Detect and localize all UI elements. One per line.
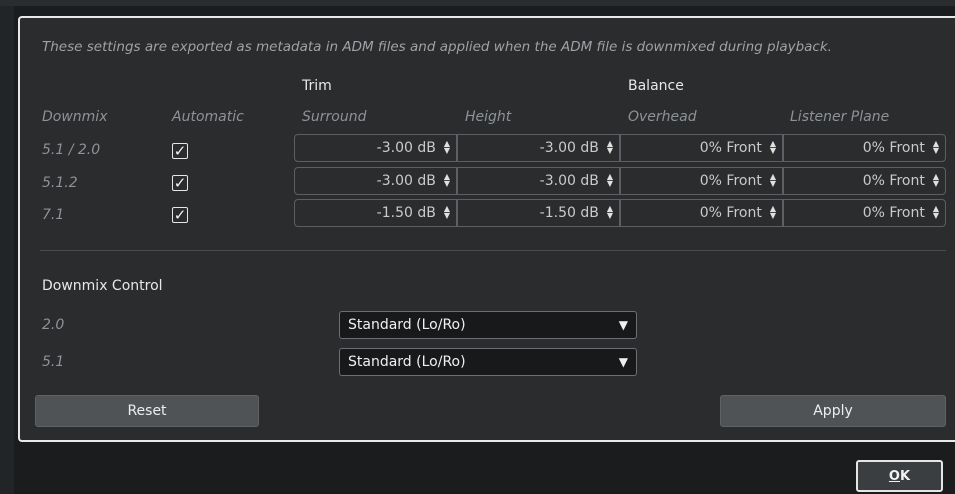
listener-plane-balance-field[interactable]: 0% Front ▲ ▼	[783, 134, 946, 162]
spin-arrows-icon[interactable]: ▲ ▼	[770, 205, 776, 220]
downmix-2-0-dropdown[interactable]: Standard (Lo/Ro) ▼	[339, 311, 637, 339]
dropdown-arrow-icon: ▼	[618, 318, 628, 332]
spin-arrows-icon[interactable]: ▲ ▼	[444, 173, 450, 188]
dropdown-value: Standard (Lo/Ro)	[348, 317, 466, 333]
spin-arrows-icon[interactable]: ▲ ▼	[770, 140, 776, 155]
column-header-downmix: Downmix	[42, 109, 108, 125]
downmix-control-label-2-0: 2.0	[42, 317, 65, 333]
field-value: 0% Front	[862, 173, 925, 189]
dropdown-value: Standard (Lo/Ro)	[348, 354, 466, 370]
column-header-listener-plane: Listener Plane	[790, 109, 890, 125]
section-divider	[40, 250, 946, 251]
field-value: -3.00 dB	[376, 140, 436, 156]
height-trim-field[interactable]: -3.00 dB ▲ ▼	[457, 167, 620, 195]
window-top-edge	[0, 0, 955, 6]
spin-arrows-icon[interactable]: ▲ ▼	[770, 173, 776, 188]
field-value: -1.50 dB	[539, 205, 599, 221]
surround-trim-field[interactable]: -1.50 dB ▲ ▼	[294, 199, 457, 227]
row-label: 5.1 / 2.0	[42, 142, 101, 158]
apply-button[interactable]: Apply	[720, 395, 946, 427]
spin-arrows-icon[interactable]: ▲ ▼	[933, 205, 939, 220]
surround-trim-field[interactable]: -3.00 dB ▲ ▼	[294, 167, 457, 195]
automatic-checkbox[interactable]: ✓	[172, 143, 188, 159]
spin-arrows-icon[interactable]: ▲ ▼	[933, 173, 939, 188]
spin-arrows-icon[interactable]: ▲ ▼	[933, 140, 939, 155]
overhead-balance-field[interactable]: 0% Front ▲ ▼	[620, 199, 783, 227]
row-label: 7.1	[42, 207, 65, 223]
field-value: -3.00 dB	[539, 140, 599, 156]
field-value: -3.00 dB	[539, 173, 599, 189]
overhead-balance-field[interactable]: 0% Front ▲ ▼	[620, 134, 783, 162]
downmix-control-label-5-1: 5.1	[42, 354, 65, 370]
row-label: 5.1.2	[42, 175, 78, 191]
spin-arrows-icon[interactable]: ▲ ▼	[444, 205, 450, 220]
ok-button[interactable]: OK	[856, 460, 943, 492]
spin-arrows-icon[interactable]: ▲ ▼	[607, 140, 613, 155]
downmix-5-1-dropdown[interactable]: Standard (Lo/Ro) ▼	[339, 348, 637, 376]
automatic-checkbox[interactable]: ✓	[172, 207, 188, 223]
spin-arrows-icon[interactable]: ▲ ▼	[607, 205, 613, 220]
height-trim-field[interactable]: -3.00 dB ▲ ▼	[457, 134, 620, 162]
balance-group-label: Balance	[628, 78, 684, 94]
reset-button[interactable]: Reset	[35, 395, 259, 427]
downmix-control-title: Downmix Control	[42, 278, 163, 294]
height-trim-field[interactable]: -1.50 dB ▲ ▼	[457, 199, 620, 227]
field-value: -3.00 dB	[376, 173, 436, 189]
field-value: 0% Front	[862, 205, 925, 221]
field-value: 0% Front	[699, 205, 762, 221]
field-value: 0% Front	[699, 140, 762, 156]
spin-arrows-icon[interactable]: ▲ ▼	[444, 140, 450, 155]
field-value: -1.50 dB	[376, 205, 436, 221]
window-left-edge	[0, 6, 14, 494]
ok-mnemonic: O	[888, 468, 900, 484]
column-header-height: Height	[465, 109, 512, 125]
overhead-balance-field[interactable]: 0% Front ▲ ▼	[620, 167, 783, 195]
column-header-overhead: Overhead	[628, 109, 697, 125]
trim-group-label: Trim	[302, 78, 332, 94]
ok-label-rest: K	[899, 468, 911, 484]
adm-settings-panel: These settings are exported as metadata …	[18, 16, 955, 442]
column-header-surround: Surround	[302, 109, 367, 125]
automatic-checkbox[interactable]: ✓	[172, 175, 188, 191]
listener-plane-balance-field[interactable]: 0% Front ▲ ▼	[783, 167, 946, 195]
field-value: 0% Front	[862, 140, 925, 156]
surround-trim-field[interactable]: -3.00 dB ▲ ▼	[294, 134, 457, 162]
listener-plane-balance-field[interactable]: 0% Front ▲ ▼	[783, 199, 946, 227]
dropdown-arrow-icon: ▼	[618, 355, 628, 369]
description-text: These settings are exported as metadata …	[42, 39, 832, 55]
field-value: 0% Front	[699, 173, 762, 189]
spin-arrows-icon[interactable]: ▲ ▼	[607, 173, 613, 188]
column-header-automatic: Automatic	[172, 109, 244, 125]
